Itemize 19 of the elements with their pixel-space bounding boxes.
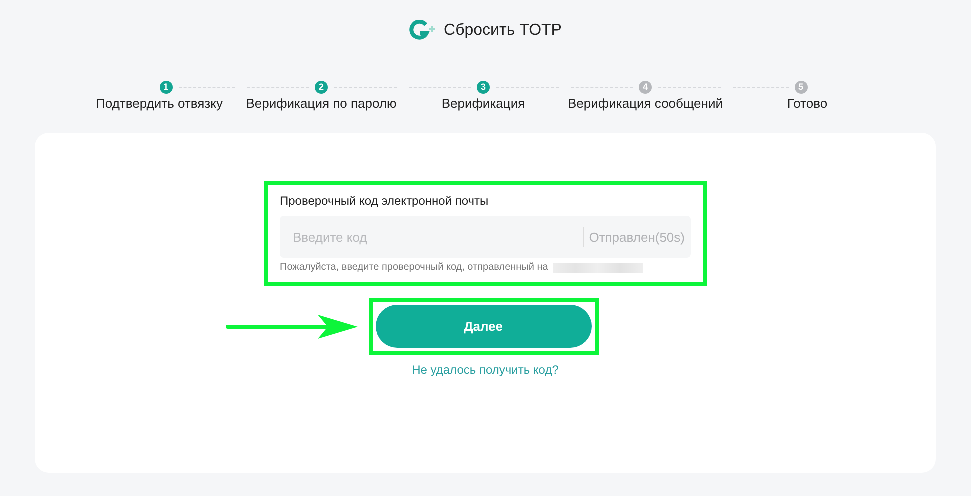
hint-text: Пожалуйста, введите проверочный код, отправленный на: [280, 262, 548, 273]
step-label: Подтвердить отвязку: [96, 96, 223, 111]
step-number: 4: [639, 80, 652, 94]
step-number: 3: [477, 80, 490, 94]
step-label: Верификация по паролю: [246, 96, 397, 111]
code-input[interactable]: Введите код: [291, 228, 584, 246]
step-label: Готово: [787, 96, 828, 111]
resend-status: Отправлен(50s): [589, 230, 685, 244]
code-input-field[interactable]: Введите код Отправлен(50s): [280, 216, 691, 258]
page-title: Сбросить TOTP: [444, 22, 562, 40]
step-label: Верификация сообщений: [568, 96, 723, 111]
field-label: Проверочный код электронной почты: [280, 194, 490, 208]
step-number: 5: [794, 80, 808, 94]
step-number: 1: [160, 80, 172, 94]
logo-icon: [409, 20, 436, 42]
next-button[interactable]: Далее: [376, 305, 592, 348]
help-link[interactable]: Не удалось получить код?: [412, 363, 559, 377]
step-number: 2: [315, 80, 328, 94]
step-label: Верификация: [442, 96, 526, 111]
